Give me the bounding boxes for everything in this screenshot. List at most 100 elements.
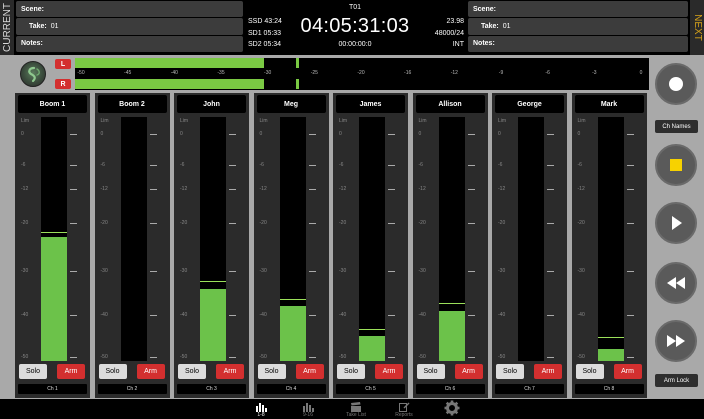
- arm-button[interactable]: Arm: [57, 364, 85, 379]
- meter-tick: [308, 271, 316, 272]
- channel-strip: James Lim 0 -6 -12 -20 -30 -40 -50 Solo Arm Ch 5: [333, 93, 408, 398]
- channel-name-button[interactable]: John: [177, 95, 246, 113]
- next-take-field[interactable]: Take: 01: [468, 18, 688, 35]
- tab-settings[interactable]: [429, 399, 475, 419]
- arm-button[interactable]: Arm: [375, 364, 403, 379]
- meter-peak-marker: [597, 336, 624, 339]
- channel-number: Ch 3: [177, 384, 246, 394]
- meter-scale-label: 0: [577, 131, 581, 137]
- channel-name-button[interactable]: Meg: [256, 95, 326, 113]
- next-notes-label: Notes:: [473, 40, 495, 48]
- meter-tick: [70, 357, 77, 358]
- tab-9-16[interactable]: 9-16: [285, 399, 331, 419]
- arm-button[interactable]: Arm: [295, 364, 324, 379]
- meter-scale-label: -30: [100, 268, 108, 274]
- next-metadata: Scene: Take: 01 Notes:: [468, 0, 688, 53]
- meter-tick: [467, 189, 475, 190]
- play-button[interactable]: [655, 202, 697, 244]
- rewind-button[interactable]: [655, 262, 697, 304]
- meter-scale-label: -20: [418, 220, 426, 226]
- meter-tick: [626, 357, 634, 358]
- meter-scale-label: Lim: [100, 118, 109, 124]
- meter-scale-label: -6: [100, 162, 105, 168]
- meter-tick: [388, 223, 395, 224]
- current-take-field[interactable]: Take: 01: [16, 18, 243, 35]
- meter-scale-label: -12: [498, 186, 506, 192]
- record-icon: [669, 77, 683, 91]
- channel-name-button[interactable]: Allison: [415, 95, 485, 113]
- channel-meter: Lim 0 -6 -12 -20 -30 -40 -50: [572, 115, 647, 363]
- channel-strip: John Lim 0 -6 -12 -20 -30 -40 -50 Solo Arm Ch 3: [174, 93, 249, 398]
- channel-name-button[interactable]: Boom 1: [18, 95, 87, 113]
- next-notes-field[interactable]: Notes:: [468, 35, 688, 52]
- meter-tick: [70, 134, 77, 135]
- meter-tick: [229, 189, 236, 190]
- channel-name-button[interactable]: Boom 2: [97, 95, 167, 113]
- meter-scale-label: Lim: [498, 118, 507, 124]
- tab-take-list[interactable]: Take List: [333, 399, 379, 419]
- record-button[interactable]: [655, 63, 697, 105]
- meter-scale-label: -12: [21, 186, 29, 192]
- channel-number: Ch 6: [415, 384, 485, 394]
- current-notes-field[interactable]: Notes:: [16, 35, 243, 52]
- meter-scale-label: -50: [577, 354, 585, 360]
- rewind-icon: [667, 277, 685, 289]
- arm-button[interactable]: Arm: [216, 364, 244, 379]
- ch-names-button[interactable]: Ch Names: [655, 120, 698, 133]
- bar-meter-icon: [285, 401, 331, 412]
- clapperboard-icon: [333, 401, 379, 412]
- channel-strip: Mark Lim 0 -6 -12 -20 -30 -40 -50 Solo Arm Ch 8: [571, 93, 647, 398]
- solo-button[interactable]: Solo: [178, 364, 206, 379]
- channel-name-button[interactable]: James: [336, 95, 405, 113]
- meter-scale-label: -6: [180, 162, 185, 168]
- tab-reports[interactable]: Reports: [381, 399, 427, 419]
- meter-tick: [149, 271, 157, 272]
- right-channel-tag: R: [55, 79, 71, 89]
- next-scene-field[interactable]: Scene:: [468, 1, 688, 18]
- meter-tick: [547, 189, 554, 190]
- meter-scale-label: -40: [498, 312, 506, 318]
- meter-tick: [149, 165, 157, 166]
- left-level-bar: [75, 58, 265, 68]
- meter-scale-label: -20: [21, 220, 29, 226]
- meter-tick: [308, 315, 316, 316]
- channel-name-button[interactable]: Mark: [574, 95, 644, 113]
- ssd-remaining: SSD 43:24: [248, 18, 282, 25]
- meter-scale-label: -40: [100, 312, 108, 318]
- stereo-scale-tick: -6: [545, 70, 550, 76]
- stereo-scale-tick: -50: [77, 70, 85, 76]
- timecode-display: 04:05:31:03: [300, 15, 410, 37]
- meter-scale-label: -50: [21, 354, 29, 360]
- arm-button[interactable]: Arm: [136, 364, 165, 379]
- meter-tick: [388, 315, 395, 316]
- stereo-scale-tick: -35: [217, 70, 225, 76]
- fast-forward-button[interactable]: [655, 320, 697, 362]
- tab-label: 9-16: [302, 412, 313, 418]
- arm-button[interactable]: Arm: [454, 364, 483, 379]
- meter-column: [518, 117, 544, 361]
- stereo-scale-tick: -25: [310, 70, 318, 76]
- meter-tick: [626, 165, 634, 166]
- channel-number: Ch 2: [97, 384, 167, 394]
- stop-icon: [670, 159, 682, 171]
- solo-button[interactable]: Solo: [416, 364, 445, 379]
- solo-button[interactable]: Solo: [19, 364, 47, 379]
- channel-name-button[interactable]: George: [495, 95, 564, 113]
- stop-button[interactable]: [655, 144, 697, 186]
- channel-strip: Boom 2 Lim 0 -6 -12 -20 -30 -40 -50 Solo Arm Ch 2: [94, 93, 170, 398]
- solo-button[interactable]: Solo: [575, 364, 604, 379]
- current-scene-field[interactable]: Scene:: [16, 1, 243, 18]
- app-logo-icon[interactable]: [20, 61, 46, 87]
- arm-button[interactable]: Arm: [613, 364, 642, 379]
- meter-scale-label: -50: [418, 354, 426, 360]
- solo-button[interactable]: Solo: [337, 364, 365, 379]
- solo-button[interactable]: Solo: [496, 364, 524, 379]
- solo-button[interactable]: Solo: [257, 364, 286, 379]
- arm-lock-button[interactable]: Arm Lock: [655, 374, 698, 387]
- current-label: CURRENT: [0, 0, 14, 55]
- arm-button[interactable]: Arm: [534, 364, 562, 379]
- solo-button[interactable]: Solo: [98, 364, 127, 379]
- tab-1-8[interactable]: 1-8: [238, 399, 284, 419]
- next-label: NEXT: [690, 0, 704, 55]
- meter-column: [41, 117, 67, 361]
